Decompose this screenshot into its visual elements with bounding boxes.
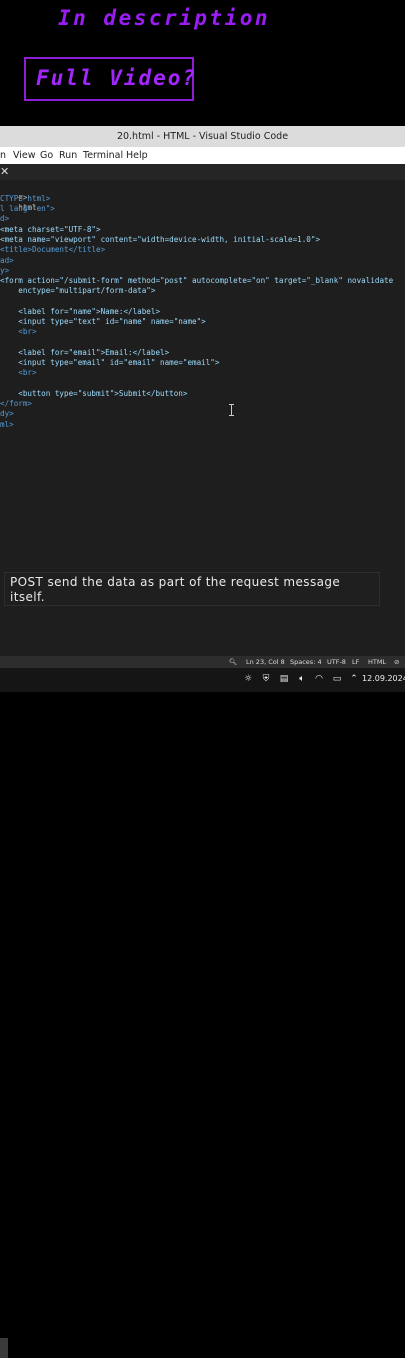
zoom-icon[interactable]: 🔍︎ <box>229 658 237 666</box>
subtitle-caption: POST send the data as part of the reques… <box>4 572 380 606</box>
code-line: ad> <box>0 256 14 265</box>
line-ending[interactable]: LF <box>352 658 359 666</box>
code-line: CTYPE html> <box>0 194 51 203</box>
menu-item-terminal[interactable]: Terminal <box>83 150 123 161</box>
tab-bar: ✕ <box>0 164 405 180</box>
code-line: <br> <box>0 327 37 336</box>
code-line: dy> <box>0 409 14 418</box>
code-line: <input type="email" id="email" name="ema… <box>0 358 220 367</box>
notifications-icon[interactable]: ⊘ <box>394 658 399 666</box>
taskbar-app-icon[interactable] <box>0 1338 8 1358</box>
status-bar: 🔍︎ Ln 23, Col 8 Spaces: 4 UTF-8 LF HTML … <box>0 656 405 668</box>
chevron-up-icon[interactable]: ⌃ <box>348 673 360 685</box>
code-line: ml> <box>0 420 14 429</box>
code-line: d> <box>0 214 10 223</box>
clipboard-icon[interactable]: ▤ <box>278 673 290 685</box>
code-line: <label for="name">Name:</label> <box>0 307 161 316</box>
shield-icon[interactable]: ⛨ <box>260 673 272 685</box>
volume-icon[interactable]: 🔈︎ <box>296 673 308 685</box>
menu-item-go[interactable]: Go <box>40 150 53 161</box>
promo-box-label: Full Video? <box>36 66 198 90</box>
system-clock: 12.09.2024 <box>362 674 405 683</box>
menu-bar: n View Go Run Terminal Help <box>0 147 405 164</box>
wifi-icon[interactable]: ◠ <box>313 673 325 685</box>
network-tray-icon[interactable]: ☼ <box>242 673 254 685</box>
code-line: <label for="email">Email:</label> <box>0 348 170 357</box>
language-mode[interactable]: HTML <box>368 658 386 666</box>
code-line: y> <box>0 266 10 275</box>
code-line: <meta name="viewport" content="width=dev… <box>0 235 321 244</box>
code-line: <button type="submit">Submit</button> <box>0 389 188 398</box>
notification-tray-icon[interactable]: ▭ <box>331 673 343 685</box>
code-line: <form action="/submit-form" method="post… <box>0 276 394 285</box>
encoding[interactable]: UTF-8 <box>327 658 346 666</box>
taskbar: ☼ ⛨ ▤ 🔈︎ ◠ ▭ ⌃ 12.09.2024 <box>0 668 405 1358</box>
window-title: 20.html - HTML - Visual Studio Code <box>0 126 405 147</box>
code-line: enctype="multipart/form-data"> <box>0 286 156 295</box>
promo-heading: In description <box>58 6 271 30</box>
menu-item-view[interactable]: View <box>13 150 36 161</box>
menu-item-help[interactable]: Help <box>126 150 148 161</box>
code-line: <input type="text" id="name" name="name"… <box>0 317 206 326</box>
close-icon[interactable]: ✕ <box>0 165 9 178</box>
indent-setting[interactable]: Spaces: 4 <box>290 658 322 666</box>
code-line: l lang="en"> <box>0 204 55 213</box>
text-cursor-icon <box>229 404 235 416</box>
code-line: <br> <box>0 368 37 377</box>
code-line: </form> <box>0 399 33 408</box>
cursor-position[interactable]: Ln 23, Col 8 <box>246 658 285 666</box>
menu-item-open[interactable]: n <box>0 150 6 161</box>
menu-item-run[interactable]: Run <box>59 150 77 161</box>
code-line: <meta charset="UTF-8"> <box>0 225 101 234</box>
code-line: <title>Document</title> <box>0 245 106 254</box>
